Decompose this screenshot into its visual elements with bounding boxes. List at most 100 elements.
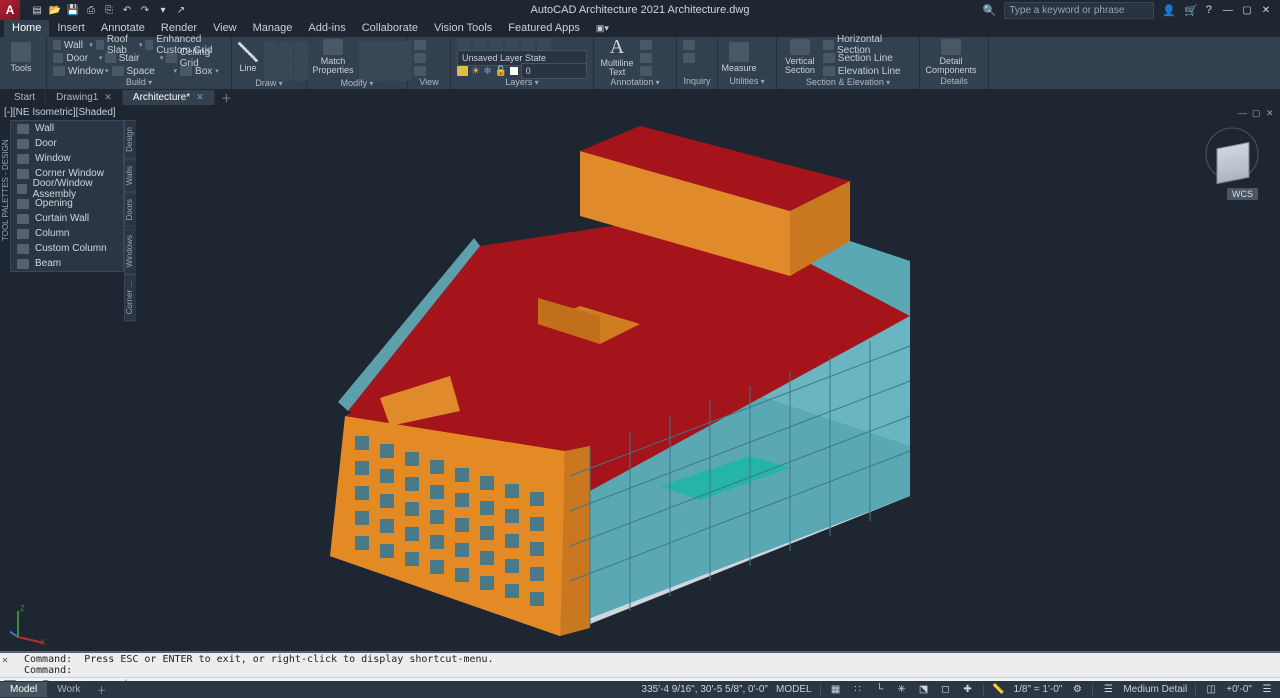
- tools-button[interactable]: Tools: [6, 39, 36, 75]
- tp-column[interactable]: Column: [11, 226, 123, 241]
- osnap-icon[interactable]: ◻: [939, 684, 953, 696]
- tp-beam[interactable]: Beam: [11, 256, 123, 271]
- qat-open-icon[interactable]: 📂: [48, 3, 62, 17]
- maximize-button[interactable]: ▢: [1239, 5, 1255, 16]
- layout-add-button[interactable]: ＋: [90, 682, 112, 697]
- tab-featured-apps[interactable]: Featured Apps: [500, 20, 588, 37]
- close-button[interactable]: ✕: [1258, 5, 1274, 16]
- side-tab-doors[interactable]: Doors: [124, 192, 136, 227]
- search-input[interactable]: Type a keyword or phrase: [1004, 2, 1154, 19]
- qat-redo-icon[interactable]: ↷: [138, 3, 152, 17]
- view-btn1[interactable]: [414, 39, 426, 51]
- side-tab-corner[interactable]: Corner ...: [124, 274, 136, 321]
- cube-icon[interactable]: [1217, 142, 1250, 184]
- build-window[interactable]: Window▾Space▾Box▾: [53, 65, 225, 77]
- hsection-button[interactable]: Horizontal Section: [823, 39, 913, 51]
- inq1[interactable]: [683, 39, 695, 51]
- tab-insert[interactable]: Insert: [49, 20, 93, 37]
- tp-custom-column[interactable]: Custom Column: [11, 241, 123, 256]
- modify-mini-grid[interactable]: [359, 41, 409, 78]
- text-button[interactable]: AMultiline Text: [600, 39, 634, 75]
- doc-tab-drawing1[interactable]: Drawing1✕: [46, 90, 123, 105]
- cmd-close-icon[interactable]: ✕: [2, 655, 12, 666]
- tab-vision-tools[interactable]: Vision Tools: [426, 20, 500, 37]
- exchange-icon[interactable]: 🛒: [1184, 4, 1198, 17]
- polar-icon[interactable]: ✳: [895, 684, 909, 696]
- ortho-icon[interactable]: └: [873, 684, 887, 696]
- app-logo[interactable]: A: [0, 0, 20, 20]
- elevationline-button[interactable]: Elevation Line: [823, 65, 913, 77]
- qat-saveas-icon[interactable]: ⎙: [84, 3, 98, 17]
- help-icon[interactable]: ?: [1206, 4, 1212, 16]
- qat-dropdown-icon[interactable]: ▾: [156, 3, 170, 17]
- elevation-readout[interactable]: +0'-0": [1226, 684, 1252, 695]
- detail-icon[interactable]: ☰: [1101, 684, 1115, 696]
- sectionline-button[interactable]: Section Line: [823, 52, 913, 64]
- tab-home[interactable]: Home: [4, 19, 49, 37]
- gear-icon[interactable]: ⚙: [1070, 684, 1084, 696]
- panel-section-label[interactable]: Section & Elevation: [783, 77, 913, 89]
- qat-plot-icon[interactable]: ⎘: [102, 3, 116, 17]
- tab-expander-icon[interactable]: ▣▾: [588, 21, 617, 37]
- vertical-section-button[interactable]: Vertical Section: [783, 39, 817, 75]
- customize-icon[interactable]: ☰: [1260, 684, 1274, 696]
- qat-save-icon[interactable]: 💾: [66, 3, 80, 17]
- line-button[interactable]: Line: [238, 39, 258, 75]
- qat-new-icon[interactable]: ▤: [30, 3, 44, 17]
- grid-icon[interactable]: ▦: [829, 684, 843, 696]
- tp-window[interactable]: Window: [11, 151, 123, 166]
- side-tab-walls[interactable]: Walls: [124, 159, 136, 192]
- tab-addins[interactable]: Add-ins: [300, 20, 353, 37]
- qat-share-icon[interactable]: ↗: [174, 3, 188, 17]
- layout-tab-work[interactable]: Work: [47, 682, 90, 697]
- side-tab-design[interactable]: Design: [124, 120, 136, 159]
- panel-modify-label[interactable]: Modify: [313, 78, 401, 89]
- panel-layers-label[interactable]: Layers: [457, 77, 587, 89]
- doc-tab-start[interactable]: Start: [4, 90, 46, 105]
- model-space-button[interactable]: MODEL: [776, 684, 812, 695]
- panel-annotation-label[interactable]: Annotation: [600, 77, 670, 89]
- vp-max-icon[interactable]: ▢: [1252, 108, 1262, 118]
- measure-button[interactable]: Measure: [724, 39, 754, 75]
- tp-door[interactable]: Door: [11, 136, 123, 151]
- scale-dropdown[interactable]: 1/8" = 1'-0": [1014, 684, 1063, 695]
- qat-undo-icon[interactable]: ↶: [120, 3, 134, 17]
- iso-icon[interactable]: ⬔: [917, 684, 931, 696]
- signin-icon[interactable]: 👤: [1162, 4, 1176, 17]
- layout-tab-model[interactable]: Model: [0, 682, 47, 697]
- viewport[interactable]: [-][NE Isometric][Shaded] —▢✕ TOOL PALET…: [0, 106, 1280, 653]
- view-btn2[interactable]: [414, 52, 426, 64]
- tp-wall[interactable]: Wall: [11, 121, 123, 136]
- doc-tab-architecture[interactable]: Architecture*✕: [123, 90, 215, 105]
- vp-min-icon[interactable]: —: [1238, 108, 1248, 118]
- tab-manage[interactable]: Manage: [245, 20, 301, 37]
- match-properties-button[interactable]: Match Properties: [313, 39, 353, 75]
- search-icon[interactable]: 🔍: [983, 4, 997, 17]
- dyn-icon[interactable]: ✚: [961, 684, 975, 696]
- minimize-button[interactable]: —: [1220, 5, 1236, 16]
- panel-build-label[interactable]: Build: [53, 77, 225, 89]
- detail-level-dropdown[interactable]: Medium Detail: [1123, 684, 1187, 695]
- ruler-icon[interactable]: 📏: [992, 684, 1006, 696]
- inq2[interactable]: [683, 52, 695, 64]
- close-icon[interactable]: ✕: [196, 92, 204, 103]
- new-doc-button[interactable]: ＋: [215, 90, 238, 106]
- draw-mini-grid[interactable]: [264, 41, 307, 78]
- vp-close-icon[interactable]: ✕: [1266, 108, 1276, 118]
- view-cube[interactable]: [1204, 126, 1260, 182]
- elev-icon[interactable]: ◫: [1204, 684, 1218, 696]
- wcs-label[interactable]: WCS: [1227, 188, 1258, 200]
- tp-dw-assembly[interactable]: Door/Window Assembly: [11, 181, 123, 196]
- anno-mini[interactable]: [640, 39, 652, 77]
- snap-icon[interactable]: ∷: [851, 684, 865, 696]
- panel-utilities-label[interactable]: Utilities: [724, 76, 770, 89]
- build-door[interactable]: Door▾Stair▾Ceiling Grid: [53, 52, 225, 64]
- close-icon[interactable]: ✕: [104, 92, 112, 103]
- tp-curtain-wall[interactable]: Curtain Wall: [11, 211, 123, 226]
- view-btn3[interactable]: [414, 65, 426, 77]
- side-tab-windows[interactable]: Windows: [124, 228, 136, 274]
- viewport-label[interactable]: [-][NE Isometric][Shaded]: [4, 107, 116, 118]
- detail-components-button[interactable]: Detail Components: [926, 39, 976, 75]
- tab-collaborate[interactable]: Collaborate: [354, 20, 426, 37]
- panel-draw-label[interactable]: Draw: [238, 78, 300, 89]
